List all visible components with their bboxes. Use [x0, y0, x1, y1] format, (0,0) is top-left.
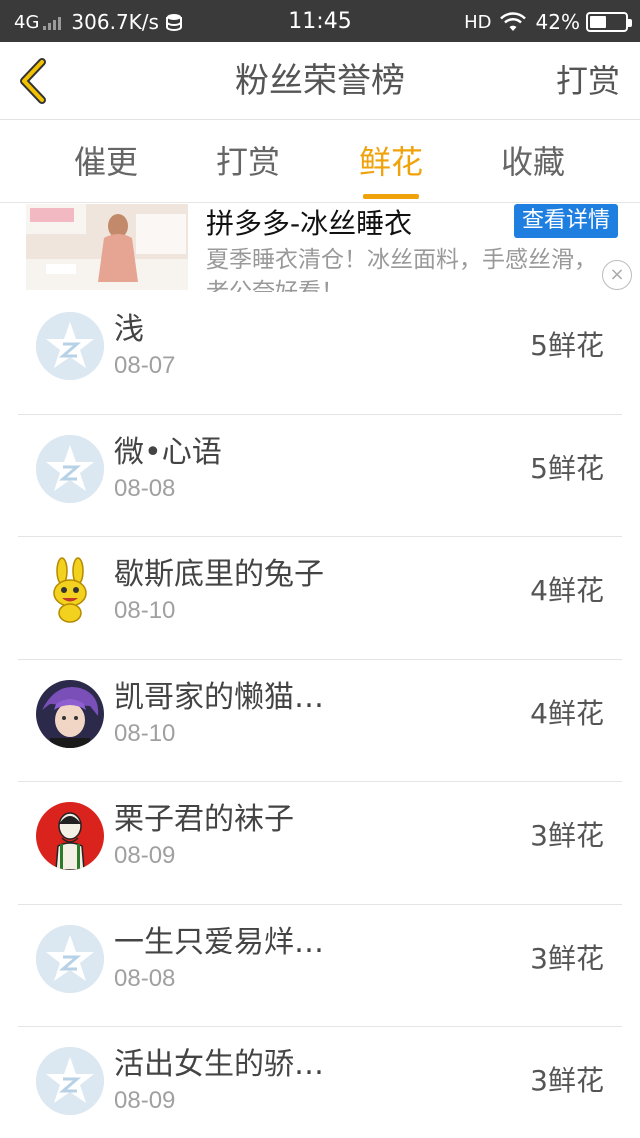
tab-reward[interactable]: 打赏	[188, 121, 308, 203]
tab-label: 鲜花	[358, 143, 423, 181]
default-avatar-icon	[36, 312, 104, 380]
status-right: HD 42%	[464, 8, 632, 36]
fan-date: 08-09	[114, 1087, 176, 1114]
fan-date: 08-09	[114, 842, 176, 869]
tab-flowers[interactable]: 鲜花	[331, 121, 451, 203]
fan-date: 08-08	[114, 964, 176, 992]
fan-name: 浅	[114, 312, 144, 347]
reward-button[interactable]: 打赏	[556, 42, 620, 120]
list-item[interactable]: 活出女生的骄… 08-09 3鲜花	[18, 1027, 622, 1138]
default-avatar-icon	[36, 1047, 104, 1115]
fan-name: 微•心语	[114, 434, 222, 470]
nav-bar: 粉丝荣誉榜 打赏	[0, 42, 640, 120]
flower-count: 3鲜花	[530, 941, 604, 975]
tab-label: 收藏	[500, 143, 565, 181]
list-item[interactable]: 凯哥家的懒猫… 08-10 4鲜花	[18, 660, 622, 782]
flower-count: 3鲜花	[530, 819, 604, 852]
tab-favorites[interactable]: 收藏	[473, 121, 593, 203]
list-item[interactable]: 栗子君的袜子 08-09 3鲜花	[18, 782, 622, 905]
list-item[interactable]: 一生只爱易烊… 08-08 3鲜花	[18, 905, 622, 1027]
tab-label: 催更	[73, 143, 138, 181]
ad-description: 夏季睡衣清仓！冰丝面料，手感丝滑，老公夸好看！	[206, 247, 597, 292]
status-bar: 4G 306.7K/s 11:45 HD 42%	[0, 0, 640, 42]
fan-list: 浅 08-07 5鲜花 微•心语 08-08 5鲜花 歇斯底里的兔子 08-10…	[0, 292, 640, 1138]
hd-indicator: HD	[464, 11, 492, 33]
tab-urge[interactable]: 催更	[46, 121, 166, 203]
fan-name: 栗子君的袜子	[114, 802, 294, 837]
fan-date: 08-07	[114, 352, 176, 379]
flower-count: 4鲜花	[530, 696, 604, 730]
ad-banner[interactable]: 拼多多-冰丝睡衣 夏季睡衣清仓！冰丝面料，手感丝滑，老公夸好看！ 查看详情 ×	[0, 204, 640, 292]
photo-avatar-icon	[36, 679, 104, 748]
flower-count: 4鲜花	[530, 574, 604, 607]
fan-date: 08-10	[114, 597, 176, 624]
page-title: 粉丝荣誉榜	[235, 61, 405, 101]
fan-name: 凯哥家的懒猫…	[114, 679, 324, 715]
list-item[interactable]: 歇斯底里的兔子 08-10 4鲜花	[18, 537, 622, 660]
fan-name: 歇斯底里的兔子	[114, 557, 324, 592]
tab-label: 打赏	[215, 143, 280, 181]
fan-name: 活出女生的骄…	[114, 1047, 324, 1082]
battery-icon	[586, 12, 632, 32]
tab-active-indicator	[363, 194, 419, 199]
close-icon[interactable]: ×	[602, 260, 632, 290]
ad-title: 拼多多-冰丝睡衣	[206, 207, 413, 240]
list-item[interactable]: 浅 08-07 5鲜花	[18, 292, 622, 415]
flower-count: 5鲜花	[530, 329, 604, 362]
fan-date: 08-10	[114, 719, 176, 747]
list-item[interactable]: 微•心语 08-08 5鲜花	[18, 415, 622, 537]
tab-bar: 催更 打赏 鲜花 收藏	[0, 121, 640, 203]
flower-count: 5鲜花	[530, 451, 604, 485]
fan-name: 一生只爱易烊…	[114, 924, 324, 960]
view-details-button[interactable]: 查看详情	[513, 204, 618, 238]
ad-image	[26, 204, 188, 290]
wifi-icon	[499, 12, 526, 32]
default-avatar-icon	[36, 434, 104, 503]
default-avatar-icon	[36, 924, 104, 993]
battery-percent: 42%	[535, 10, 580, 34]
fan-date: 08-08	[114, 474, 176, 502]
rabbit-avatar-icon	[36, 557, 104, 625]
drawing-avatar-icon	[36, 802, 104, 870]
flower-count: 3鲜花	[530, 1064, 604, 1097]
